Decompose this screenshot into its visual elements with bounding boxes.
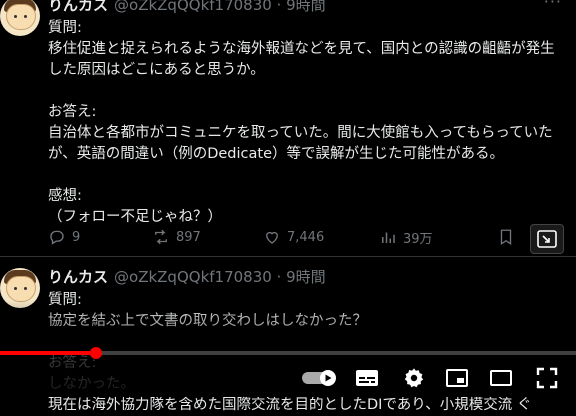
tweet-header: りんカス @oZkZqQQkf170830 · 9時間 — [48, 0, 326, 15]
subtitles-icon[interactable] — [352, 364, 382, 392]
repost-button[interactable]: 897 — [152, 228, 263, 246]
avatar[interactable] — [0, 0, 40, 36]
fullscreen-icon[interactable] — [532, 364, 562, 392]
reply-button[interactable]: 9 — [48, 228, 152, 246]
tweet-actions: 9 897 7,446 39万 — [48, 226, 548, 248]
reply-icon — [48, 228, 66, 246]
progress-played — [0, 351, 97, 355]
view-count: 39万 — [403, 231, 433, 247]
bookmark-button[interactable] — [497, 228, 515, 246]
repost-count: 897 — [176, 229, 201, 245]
picture-in-picture-icon[interactable] — [530, 224, 564, 254]
views-button[interactable]: 39万 — [379, 228, 497, 247]
bookmark-icon — [497, 228, 515, 246]
settings-gear-icon[interactable] — [399, 364, 429, 392]
tweet-header: りんカス @oZkZqQQkf170830 · 9時間 — [48, 266, 326, 287]
autoplay-toggle[interactable] — [300, 364, 340, 392]
like-button[interactable]: 7,446 — [263, 228, 379, 246]
theater-mode-icon[interactable] — [486, 364, 516, 392]
reply-count: 9 — [72, 229, 81, 245]
views-chart-icon — [379, 228, 397, 246]
tweet-1[interactable]: りんカス @oZkZqQQkf170830 · 9時間 ··· 質問: 移住促進と… — [0, 0, 576, 257]
repost-icon — [152, 228, 170, 246]
handle-and-time[interactable]: @oZkZqQQkf170830 · 9時間 — [114, 0, 326, 14]
miniplayer-icon[interactable] — [442, 364, 472, 392]
more-options-icon[interactable]: ··· — [544, 0, 562, 11]
handle-and-time[interactable]: @oZkZqQQkf170830 · 9時間 — [114, 268, 326, 286]
player-controls — [300, 364, 570, 392]
display-name[interactable]: りんカス — [48, 0, 108, 14]
heart-icon — [263, 228, 281, 246]
tweet-body: 質問: 移住促進と捉えられるような海外報道などを見て、国内との認識の齟齬が発生し… — [48, 20, 555, 225]
display-name[interactable]: りんカス — [48, 268, 108, 286]
progress-bar[interactable] — [0, 347, 576, 359]
like-count: 7,446 — [287, 229, 325, 245]
